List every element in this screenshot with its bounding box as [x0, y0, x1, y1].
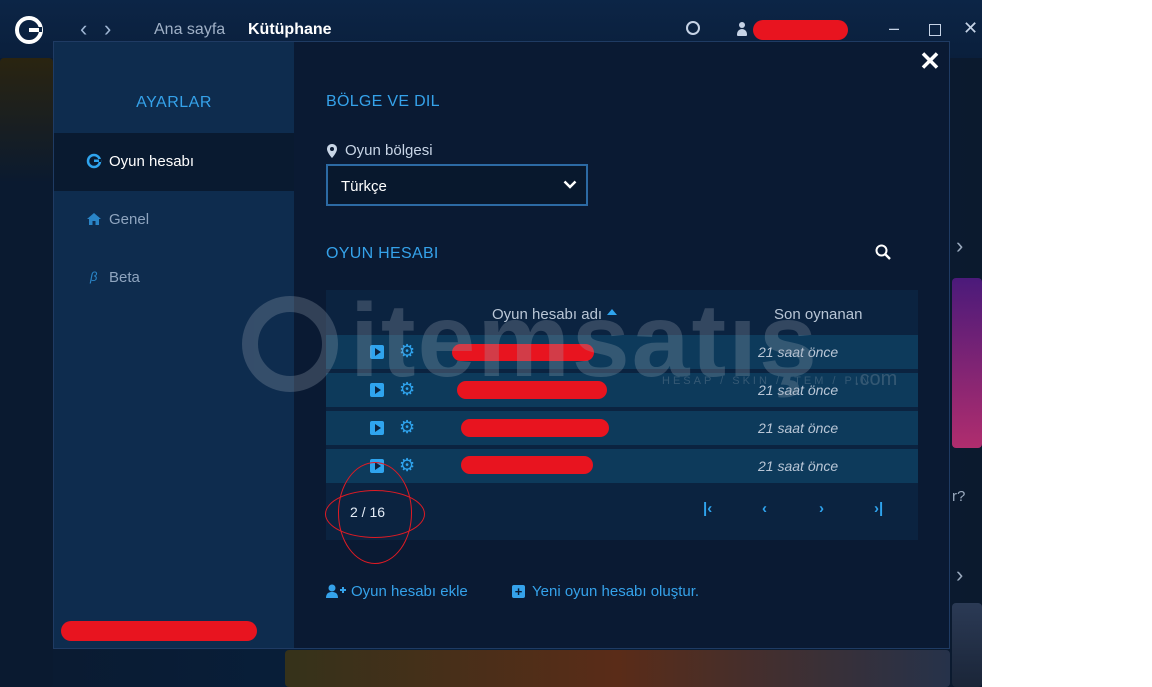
globe-icon[interactable] [686, 21, 700, 35]
location-pin-icon [327, 144, 337, 158]
carousel-next-icon[interactable]: › [956, 562, 963, 588]
play-icon[interactable] [370, 383, 384, 397]
add-user-icon [326, 584, 346, 598]
last-played-value: 21 saat önce [758, 458, 839, 474]
sidebar-item-label: Beta [109, 269, 140, 286]
settings-sidebar: AYARLAR Oyun hesabı Genel β Beta [54, 42, 294, 648]
region-select[interactable]: Türkçe [326, 164, 588, 206]
back-icon[interactable]: ‹ [80, 18, 87, 40]
plus-square-icon: + [512, 585, 525, 598]
next-page-icon[interactable]: › [819, 500, 824, 517]
close-window-icon[interactable]: ✕ [963, 18, 978, 38]
sidebar-item-beta[interactable]: β Beta [54, 249, 294, 307]
home-icon [87, 213, 101, 225]
create-account-label: Yeni oyun hesabı oluştur. [532, 583, 700, 600]
first-page-icon[interactable]: |‹ [703, 500, 712, 517]
game-logo-icon [86, 153, 102, 169]
beta-icon: β [90, 269, 98, 284]
column-header-last-played[interactable]: Son oynanan [774, 306, 862, 323]
region-select-value: Türkçe [341, 178, 387, 195]
game-thumb [0, 58, 53, 687]
play-icon[interactable] [370, 421, 384, 435]
sidebar-item-label: Oyun hesabı [109, 153, 195, 170]
last-page-icon[interactable]: ›| [874, 500, 883, 517]
gear-icon[interactable]: ⚙ [399, 418, 415, 436]
sidebar-item-oyun-hesabi[interactable]: Oyun hesabı [54, 133, 294, 191]
nav-library-link[interactable]: Kütüphane [248, 21, 332, 39]
forward-icon[interactable]: › [104, 18, 111, 40]
gear-icon[interactable]: ⚙ [399, 456, 415, 474]
prev-page-icon[interactable]: ‹ [762, 500, 767, 517]
add-account-label: Oyun hesabı ekle [351, 583, 468, 600]
settings-modal: AYARLAR Oyun hesabı Genel β Beta BÖLGE V… [53, 41, 950, 649]
launcher-window: › › r? ‹ › Ana sayfa Kütüphane – ✕ AYARL… [0, 0, 982, 687]
gear-icon[interactable]: ⚙ [399, 342, 415, 360]
redacted-account-name [461, 456, 593, 474]
redacted-account-name [452, 344, 594, 361]
user-icon[interactable] [737, 22, 747, 37]
last-played-value: 21 saat önce [758, 420, 839, 436]
nav-home-link[interactable]: Ana sayfa [154, 21, 225, 39]
maximize-icon[interactable] [929, 24, 941, 36]
table-row[interactable]: ⚙ 21 saat önce [326, 411, 918, 445]
sidebar-item-label: Genel [109, 211, 150, 228]
region-field-label: Oyun bölgesi [345, 142, 433, 159]
logo-icon[interactable] [14, 15, 44, 45]
game-thumb [285, 650, 950, 687]
play-icon[interactable] [370, 345, 384, 359]
gear-icon[interactable]: ⚙ [399, 380, 415, 398]
carousel-next-icon[interactable]: › [956, 233, 963, 259]
last-played-value: 21 saat önce [758, 382, 839, 398]
table-row[interactable]: ⚙ 21 saat önce [326, 449, 918, 483]
table-row[interactable]: ⚙ 21 saat önce [326, 373, 918, 407]
game-thumb [952, 278, 982, 448]
game-thumb [952, 603, 982, 687]
redacted-username [753, 20, 848, 40]
region-section-title: BÖLGE VE DIL [326, 93, 440, 110]
column-header-name[interactable]: Oyun hesabı adı [492, 306, 602, 323]
table-row[interactable]: ⚙ 21 saat önce [326, 335, 918, 369]
annotation-circle [338, 462, 412, 564]
sort-asc-icon[interactable] [607, 309, 617, 315]
redacted-account-name [461, 419, 609, 437]
sidebar-title: AYARLAR [136, 94, 212, 111]
sidebar-item-genel[interactable]: Genel [54, 191, 294, 249]
last-played-value: 21 saat önce [758, 344, 839, 360]
redacted-account-info [61, 621, 257, 641]
account-section-title: OYUN HESABI [326, 245, 439, 262]
search-icon[interactable] [875, 244, 891, 260]
chevron-down-icon [563, 180, 577, 189]
minimize-icon[interactable]: – [889, 18, 899, 38]
redacted-account-name [457, 381, 607, 399]
close-modal-icon[interactable]: ✕ [919, 48, 941, 74]
background-text: r? [952, 488, 966, 505]
